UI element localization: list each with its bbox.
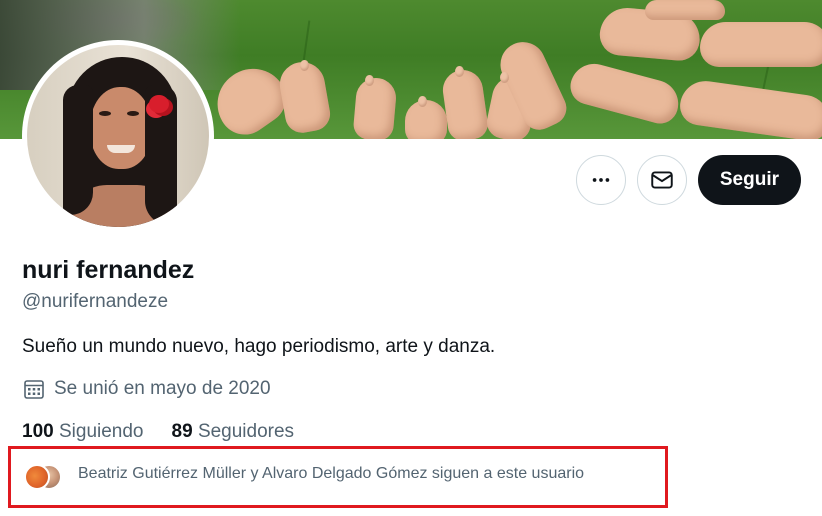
calendar-icon — [24, 380, 44, 399]
follow-button[interactable]: Seguir — [697, 155, 801, 205]
profile-actions: Seguir — [575, 155, 801, 205]
followers-link[interactable]: 89 Seguidores — [172, 421, 295, 443]
followers-you-know[interactable]: Beatriz Gutiérrez Müller y Alvaro Delgad… — [8, 446, 668, 508]
following-link[interactable]: 100 Siguiendo — [22, 421, 144, 443]
profile-avatar-frame[interactable] — [22, 40, 214, 232]
avatar[interactable] — [27, 45, 209, 227]
joined-text: Se unió en mayo de 2020 — [54, 378, 271, 399]
joined-date: Se unió en mayo de 2020 — [22, 377, 271, 401]
envelope-icon — [651, 171, 673, 189]
profile-handle: @nurifernandeze — [22, 291, 169, 312]
profile-bio: Sueño un mundo nuevo, hago periodismo, a… — [22, 336, 496, 357]
followers-count: 89 — [171, 421, 193, 442]
more-button[interactable] — [575, 155, 626, 205]
message-button[interactable] — [636, 155, 687, 205]
following-label: Siguiendo — [58, 421, 144, 442]
followers-label: Seguidores — [197, 421, 295, 442]
avatar — [24, 464, 50, 490]
profile-stats: 100 Siguiendo 89 Seguidores — [22, 421, 294, 443]
following-count: 100 — [22, 421, 54, 442]
followed-by-text: Beatriz Gutiérrez Müller y Alvaro Delgad… — [78, 465, 585, 482]
more-horizontal-icon — [592, 178, 610, 182]
mutual-followers-avatars — [24, 464, 64, 490]
profile-name: nuri fernandez — [22, 256, 195, 284]
